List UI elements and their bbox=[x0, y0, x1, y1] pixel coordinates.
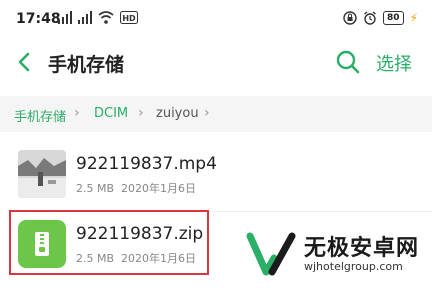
status-icons-left: HD bbox=[58, 11, 138, 24]
charging-icon: ⚡ bbox=[409, 11, 418, 25]
search-icon bbox=[336, 50, 360, 74]
breadcrumb-item-storage[interactable]: 手机存储 bbox=[14, 106, 66, 125]
file-name: 922119837.mp4 bbox=[76, 154, 217, 174]
file-meta: 2.5 MB 2020年1月6日 bbox=[76, 180, 196, 196]
signal-icon bbox=[58, 11, 72, 24]
chevron-right-icon: › bbox=[204, 105, 210, 121]
file-size: 2.5 MB bbox=[76, 182, 115, 195]
status-time: 17:48 bbox=[16, 11, 61, 27]
select-button[interactable]: 选择 bbox=[376, 50, 412, 76]
battery-icon: 80 bbox=[383, 11, 404, 25]
back-button[interactable] bbox=[12, 48, 36, 76]
breadcrumb-item-dcim[interactable]: DCIM bbox=[94, 106, 128, 121]
hd-icon: HD bbox=[120, 11, 138, 24]
video-thumbnail bbox=[18, 150, 66, 198]
chevron-right-icon: › bbox=[74, 105, 80, 121]
status-bar: 17:48 HD 80 ⚡ bbox=[0, 0, 432, 42]
chevron-right-icon: › bbox=[138, 105, 144, 121]
svg-text:HD: HD bbox=[122, 14, 136, 23]
watermark: 无极安卓网 wjhotelgroup.com bbox=[246, 228, 422, 280]
watermark-logo-icon bbox=[246, 232, 296, 276]
watermark-title: 无极安卓网 bbox=[304, 236, 420, 261]
lock-rotation-icon bbox=[343, 11, 357, 25]
breadcrumb-item-zuiyou[interactable]: zuiyou bbox=[156, 106, 199, 121]
search-button[interactable] bbox=[334, 48, 362, 76]
signal-icon-2 bbox=[78, 11, 92, 24]
back-arrow-icon bbox=[18, 52, 30, 72]
list-item[interactable]: 922119837.mp4 2.5 MB 2020年1月6日 bbox=[0, 142, 432, 212]
app-bar: 手机存储 选择 bbox=[0, 42, 432, 82]
file-date: 2020年1月6日 bbox=[121, 182, 197, 195]
status-icons-right: 80 ⚡ bbox=[343, 11, 418, 25]
alarm-icon bbox=[364, 11, 376, 25]
wifi-icon bbox=[98, 11, 114, 24]
highlight-box bbox=[9, 210, 209, 275]
breadcrumb: 手机存储 › DCIM › zuiyou › bbox=[0, 96, 432, 132]
page-title: 手机存储 bbox=[48, 54, 125, 76]
watermark-url: wjhotelgroup.com bbox=[304, 260, 403, 273]
